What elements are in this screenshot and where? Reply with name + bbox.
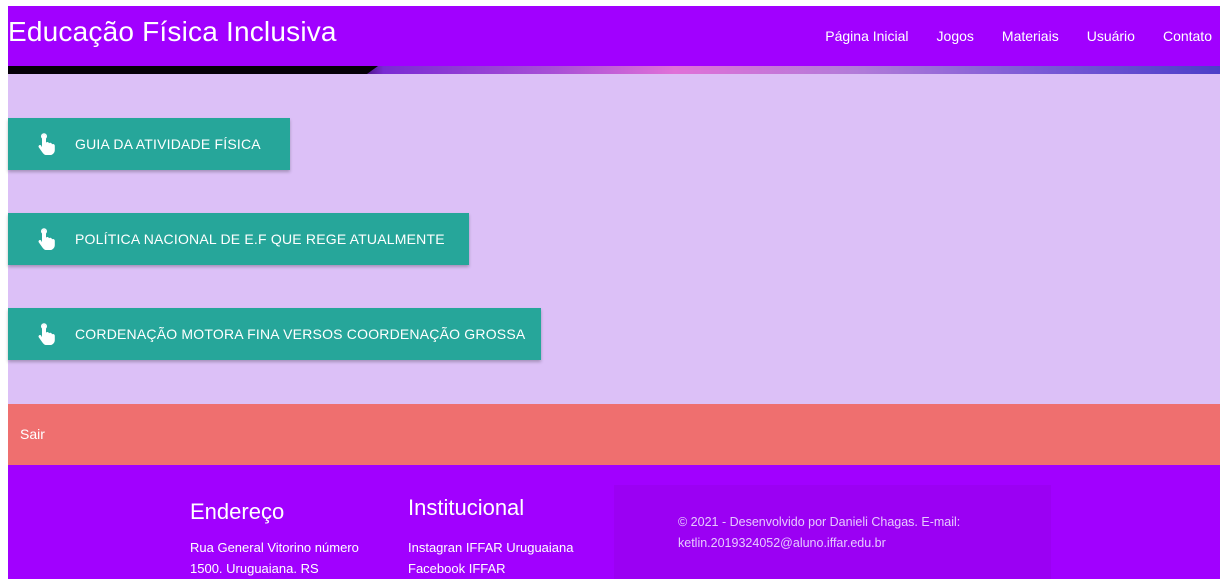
pointing-hand-icon: [37, 133, 55, 155]
nav-menu: Página Inicial Jogos Materiais Usuário C…: [825, 6, 1220, 66]
nav-link-contato[interactable]: Contato: [1163, 28, 1212, 44]
facebook-link[interactable]: Facebook IFFAR: [408, 558, 608, 579]
instagram-link[interactable]: Instagran IFFAR Uruguaiana: [408, 537, 608, 558]
footer-institucional-title: Institucional: [408, 495, 525, 520]
brand-logo[interactable]: Educação Física Inclusiva: [8, 16, 337, 48]
pointing-hand-icon: [37, 228, 55, 250]
page: Educação Física Inclusiva Página Inicial…: [8, 6, 1220, 579]
main-content: GUIA DA ATIVIDADE FÍSICA POLÍTICA NACION…: [8, 74, 1220, 404]
nav-link-pagina-inicial[interactable]: Página Inicial: [825, 28, 908, 44]
sair-link[interactable]: Sair: [20, 426, 45, 442]
button-label: POLÍTICA NACIONAL DE E.F QUE REGE ATUALM…: [75, 231, 445, 247]
footer: Endereço Rua General Vitorino número 150…: [8, 465, 1220, 579]
sair-bar: Sair: [8, 404, 1220, 465]
footer-endereco-title: Endereço: [190, 499, 285, 524]
nav-link-materiais[interactable]: Materiais: [1002, 28, 1059, 44]
address-line-2: 1500. Uruguaiana. RS: [190, 561, 319, 576]
address-line-1: Rua General Vitorino número: [190, 540, 359, 555]
top-navbar: Educação Física Inclusiva Página Inicial…: [8, 6, 1220, 66]
copyright-box: © 2021 - Desenvolvido por Danieli Chagas…: [614, 485, 1051, 579]
politica-nacional-button[interactable]: POLÍTICA NACIONAL DE E.F QUE REGE ATUALM…: [8, 213, 469, 265]
copyright-text: © 2021 - Desenvolvido por Danieli Chagas…: [678, 515, 961, 550]
nav-link-usuario[interactable]: Usuário: [1087, 28, 1135, 44]
header-gradient-stripe: [8, 66, 1220, 74]
footer-institucional-links: Instagran IFFAR Uruguaiana Facebook IFFA…: [408, 537, 608, 579]
coordenacao-motora-button[interactable]: CORDENAÇÃO MOTORA FINA VERSOS COORDENAÇÃ…: [8, 308, 541, 360]
button-label: GUIA DA ATIVIDADE FÍSICA: [75, 136, 261, 152]
footer-endereco-text: Rua General Vitorino número 1500. Urugua…: [190, 537, 390, 579]
nav-link-jogos[interactable]: Jogos: [937, 28, 974, 44]
pointing-hand-icon: [37, 323, 55, 345]
guia-atividade-fisica-button[interactable]: GUIA DA ATIVIDADE FÍSICA: [8, 118, 290, 170]
button-label: CORDENAÇÃO MOTORA FINA VERSOS COORDENAÇÃ…: [75, 326, 526, 342]
